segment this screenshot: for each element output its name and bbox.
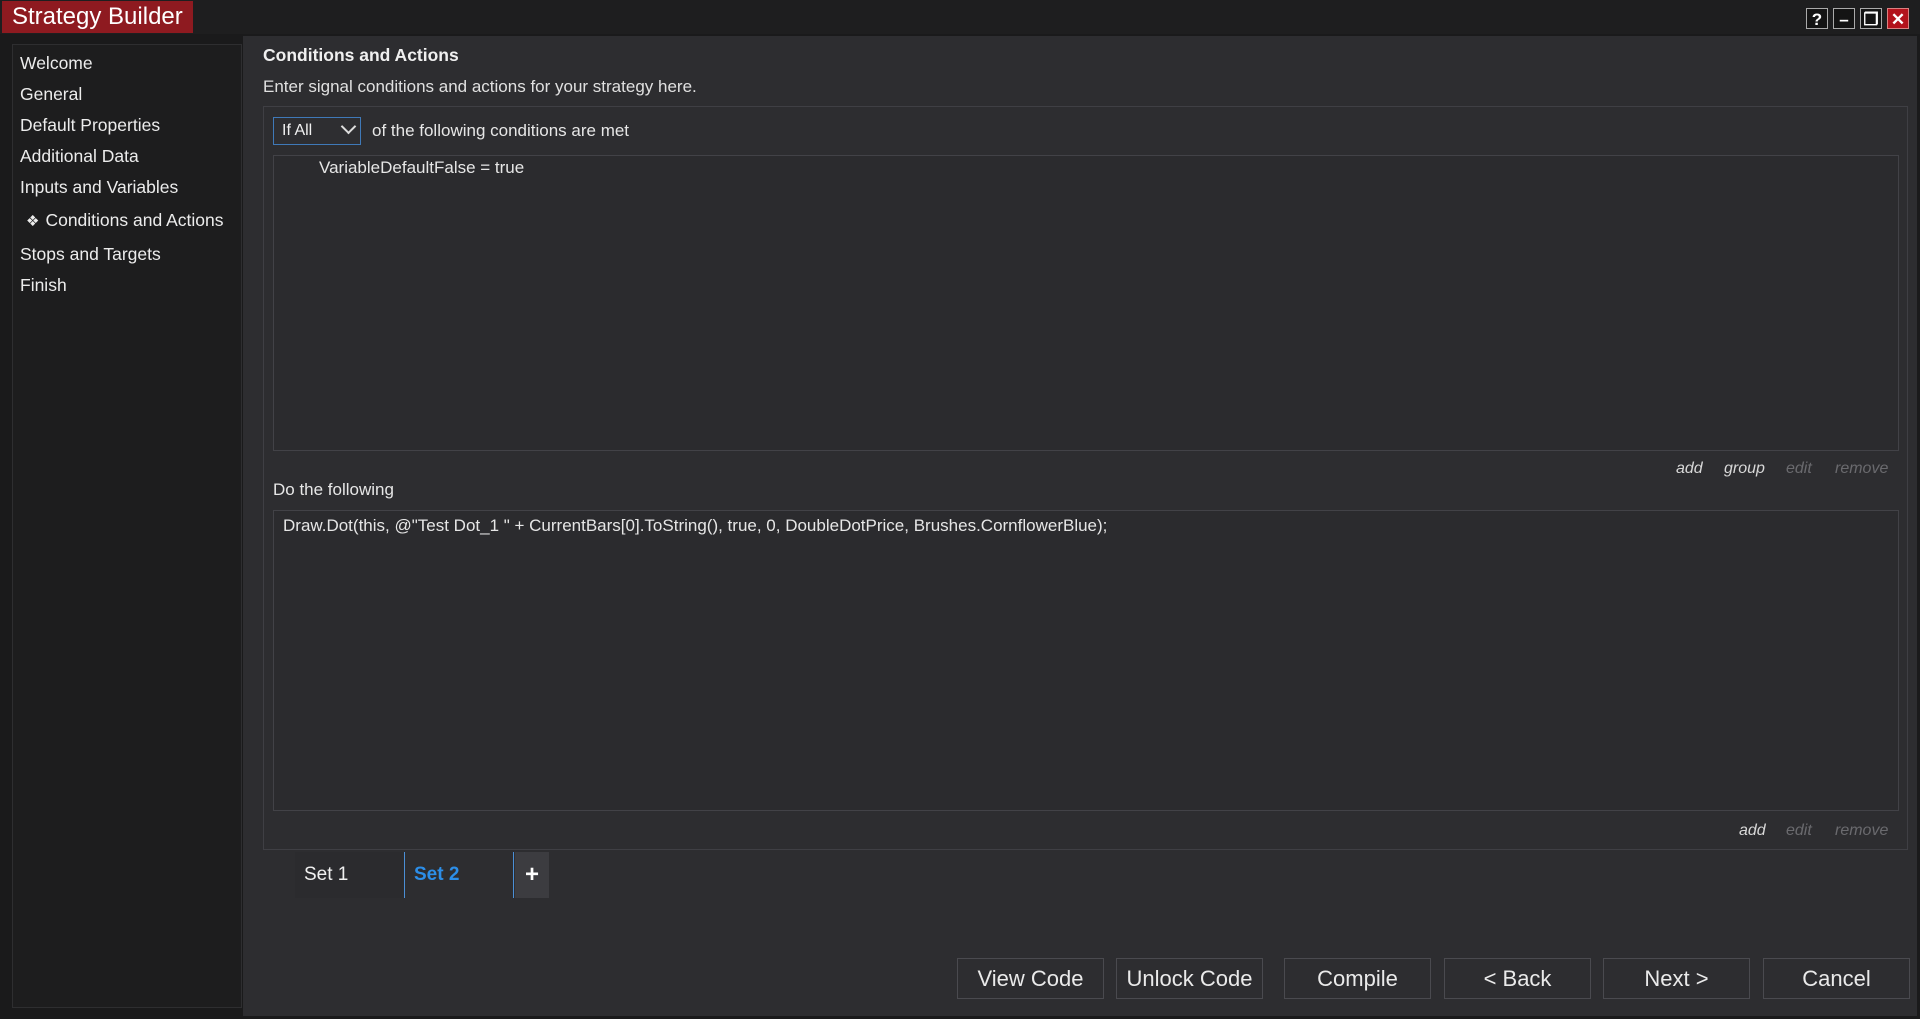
- nav-item-stops-and-targets[interactable]: Stops and Targets: [20, 244, 161, 265]
- condition-mode-dropdown[interactable]: If All: [273, 117, 361, 145]
- view-code-button[interactable]: View Code: [957, 958, 1104, 999]
- add-condition-link[interactable]: add: [1676, 460, 1703, 478]
- next-button[interactable]: Next >: [1603, 958, 1750, 999]
- title-bar: Strategy Builder ? – ❐ ✕: [0, 0, 1920, 34]
- condition-mode-value: If All: [282, 122, 313, 139]
- nav-item-default-properties[interactable]: Default Properties: [20, 115, 160, 136]
- actions-list[interactable]: Draw.Dot(this, @"Test Dot_1 " + CurrentB…: [273, 510, 1899, 811]
- nav-item-inputs-and-variables[interactable]: Inputs and Variables: [20, 177, 178, 198]
- cancel-button[interactable]: Cancel: [1763, 958, 1910, 999]
- nav-item-additional-data[interactable]: Additional Data: [20, 146, 139, 167]
- nav-item-conditions-and-actions[interactable]: ❖ Conditions and Actions: [20, 210, 224, 231]
- help-icon[interactable]: ?: [1806, 8, 1828, 29]
- page-description: Enter signal conditions and actions for …: [263, 77, 697, 96]
- remove-condition-link[interactable]: remove: [1835, 460, 1888, 478]
- unlock-code-button[interactable]: Unlock Code: [1116, 958, 1263, 999]
- conditions-list[interactable]: VariableDefaultFalse = true: [273, 155, 1899, 451]
- page-title: Conditions and Actions: [263, 45, 459, 65]
- condition-item[interactable]: VariableDefaultFalse = true: [319, 158, 524, 178]
- back-button[interactable]: < Back: [1444, 958, 1591, 999]
- current-step-icon: ❖: [26, 213, 40, 230]
- window-title: Strategy Builder: [2, 1, 193, 33]
- close-icon[interactable]: ✕: [1887, 8, 1909, 29]
- condition-mode-label: of the following conditions are met: [372, 121, 630, 140]
- add-action-link[interactable]: add: [1739, 822, 1766, 840]
- nav-item-welcome[interactable]: Welcome: [20, 53, 93, 74]
- remove-action-link[interactable]: remove: [1835, 822, 1888, 840]
- chevron-down-icon: [340, 118, 357, 135]
- actions-label: Do the following: [273, 480, 394, 499]
- nav-item-general[interactable]: General: [20, 84, 82, 105]
- tab-set-2[interactable]: Set 2: [405, 852, 514, 898]
- compile-button[interactable]: Compile: [1284, 958, 1431, 999]
- edit-condition-link[interactable]: edit: [1786, 460, 1812, 478]
- minimize-icon[interactable]: –: [1833, 8, 1855, 29]
- action-item[interactable]: Draw.Dot(this, @"Test Dot_1 " + CurrentB…: [283, 516, 1107, 536]
- edit-action-link[interactable]: edit: [1786, 822, 1812, 840]
- restore-icon[interactable]: ❐: [1860, 8, 1882, 29]
- nav-item-label: Conditions and Actions: [45, 210, 224, 230]
- group-condition-link[interactable]: group: [1724, 460, 1765, 478]
- add-set-icon[interactable]: +: [515, 852, 549, 898]
- nav-item-finish[interactable]: Finish: [20, 275, 67, 296]
- tab-set-1[interactable]: Set 1: [295, 852, 405, 898]
